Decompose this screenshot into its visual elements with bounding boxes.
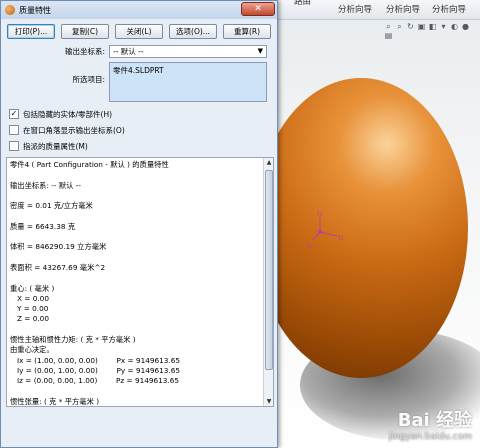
ribbon-tab[interactable]: 路由: [294, 0, 311, 7]
triad-x-axis: [319, 231, 338, 237]
view-icon[interactable]: ▾: [439, 22, 448, 31]
dialog-title: 质量特性: [19, 5, 51, 15]
include-hidden-checkbox[interactable]: ✓: [9, 109, 19, 119]
zoom-icon[interactable]: ⌕: [395, 22, 404, 31]
scroll-thumb[interactable]: [265, 170, 273, 370]
ribbon-tab[interactable]: 分析向导: [386, 3, 420, 15]
recalculate-button[interactable]: 重算(R): [223, 24, 271, 39]
heads-up-view-toolbar: ⌕ ⌕ ↻ ▣ ◧ ▾ ◐ ●▤: [384, 22, 480, 40]
watermark: Bai 经验 jingyan.baidu.com: [389, 406, 472, 442]
sphere-model[interactable]: [254, 78, 468, 378]
chevron-down-icon[interactable]: ▼: [258, 46, 263, 57]
triad-label-z: Iz: [307, 243, 313, 250]
list-item[interactable]: 零件4.SLDPRT: [113, 65, 263, 76]
result-line: 质量 = 6643.38 克: [10, 221, 76, 231]
mass-properties-dialog: 质量特性 ✕ 打印(P)... 复制(C) 关闭(L) 选项(O)... 重算(…: [0, 0, 278, 448]
result-line: [10, 325, 262, 335]
appearance-icon[interactable]: ●: [461, 22, 470, 31]
output-coord-row: 输出坐标系: -- 默认 -- ▼: [1, 45, 277, 58]
results-scrollbar[interactable]: ▲ ▼: [263, 158, 273, 406]
assigned-mass-row[interactable]: 指派的质量属性(M): [1, 138, 277, 154]
dialog-footer: [1, 411, 277, 447]
show-coord-checkbox[interactable]: [9, 125, 19, 135]
result-line: 表面积 = 43267.69 毫米^2: [10, 262, 106, 272]
results-text: 零件4 ( Part Configuration - 默认 ) 的质量特性 输出…: [10, 160, 262, 406]
results-panel[interactable]: 零件4 ( Part Configuration - 默认 ) 的质量特性 输出…: [6, 157, 274, 407]
result-line: X = 0.00: [10, 293, 49, 303]
scene-icon[interactable]: ▤: [384, 31, 393, 40]
copy-button[interactable]: 复制(C): [61, 24, 109, 39]
cad-ribbon: 路由 分析向导 分析向导 分析向导: [276, 0, 480, 20]
result-line: 重心: ( 毫米 ): [10, 283, 55, 293]
hide-icon[interactable]: ◐: [450, 22, 459, 31]
result-line: [10, 253, 262, 263]
options-button[interactable]: 选项(O)...: [169, 24, 217, 39]
watermark-url: jingyan.baidu.com: [388, 432, 472, 442]
selected-items-row: 所选项目: 零件4.SLDPRT: [1, 62, 277, 102]
triad-label-x: Ix: [338, 235, 344, 242]
result-line: Iz = (0.00, 0.00, 1.00) Pz = 9149613.65: [10, 376, 180, 386]
result-line: Iy = (0.00, 1.00, 0.00) Py = 9149613.65: [10, 365, 181, 375]
result-line: 体积 = 846290.19 立方毫米: [10, 242, 107, 252]
assigned-mass-label: 指派的质量属性(M): [23, 141, 88, 151]
selected-items-label: 所选项目:: [72, 75, 105, 84]
options-checkboxes: ✓ 包括隐藏的实体/零部件(H) 在窗口角落显示输出坐标系(O) 指派的质量属性…: [1, 106, 277, 154]
rotate-icon[interactable]: ↻: [406, 22, 415, 31]
result-line: 零件4 ( Part Configuration - 默认 ) 的质量特性: [10, 160, 169, 169]
close-window-icon[interactable]: ✕: [241, 2, 275, 16]
result-line: 惯性主轴和惯性力矩: ( 克 * 平方毫米 ): [10, 335, 136, 345]
show-coord-label: 在窗口角落显示输出坐标系(O): [23, 125, 125, 135]
output-coord-label: 输出坐标系:: [64, 47, 105, 56]
watermark-logo: Bai 经验: [397, 410, 472, 431]
result-line: 密度 = 0.01 克/立方毫米: [10, 201, 93, 211]
result-line: Z = 0.00: [10, 314, 49, 324]
output-coord-select[interactable]: -- 默认 -- ▼: [109, 45, 267, 58]
print-button[interactable]: 打印(P)...: [7, 24, 55, 39]
dialog-titlebar[interactable]: 质量特性 ✕: [1, 1, 277, 19]
ribbon-tab[interactable]: 分析向导: [432, 3, 466, 15]
ribbon-tab[interactable]: 分析向导: [338, 3, 372, 15]
center-of-mass-triad: Iy Ix Iz: [305, 210, 355, 250]
show-coord-row[interactable]: 在窗口角落显示输出坐标系(O): [1, 122, 277, 138]
section-icon[interactable]: ▣: [417, 22, 426, 31]
result-line: [10, 191, 262, 201]
triad-origin: [318, 230, 322, 234]
result-line: Y = 0.00: [10, 304, 49, 314]
mass-properties-icon: [5, 5, 15, 15]
result-line: [10, 232, 262, 242]
result-line: [10, 387, 262, 397]
result-line: [10, 211, 262, 221]
result-line: Ix = (1.00, 0.00, 0.00) Px = 9149613.65: [10, 355, 181, 365]
triad-label-y: Iy: [317, 211, 323, 218]
result-line: 由重心决定。: [10, 345, 54, 355]
selected-items-list[interactable]: 零件4.SLDPRT: [109, 62, 267, 102]
close-button[interactable]: 关闭(L): [115, 24, 163, 39]
include-hidden-label: 包括隐藏的实体/零部件(H): [23, 109, 113, 119]
result-line: 惯性张量: ( 克 * 平方毫米 ): [10, 396, 100, 406]
result-line: 输出坐标系: -- 默认 --: [10, 180, 82, 190]
scroll-down-icon[interactable]: ▼: [264, 398, 273, 405]
magnify-icon[interactable]: ⌕: [384, 22, 393, 31]
dialog-button-row: 打印(P)... 复制(C) 关闭(L) 选项(O)... 重算(R): [1, 19, 277, 43]
output-coord-value: -- 默认 --: [113, 47, 144, 56]
result-line: [10, 273, 262, 283]
scroll-up-icon[interactable]: ▲: [264, 159, 273, 166]
assigned-mass-checkbox[interactable]: [9, 141, 19, 151]
include-hidden-row[interactable]: ✓ 包括隐藏的实体/零部件(H): [1, 106, 277, 122]
display-icon[interactable]: ◧: [428, 22, 437, 31]
result-line: [10, 170, 262, 180]
